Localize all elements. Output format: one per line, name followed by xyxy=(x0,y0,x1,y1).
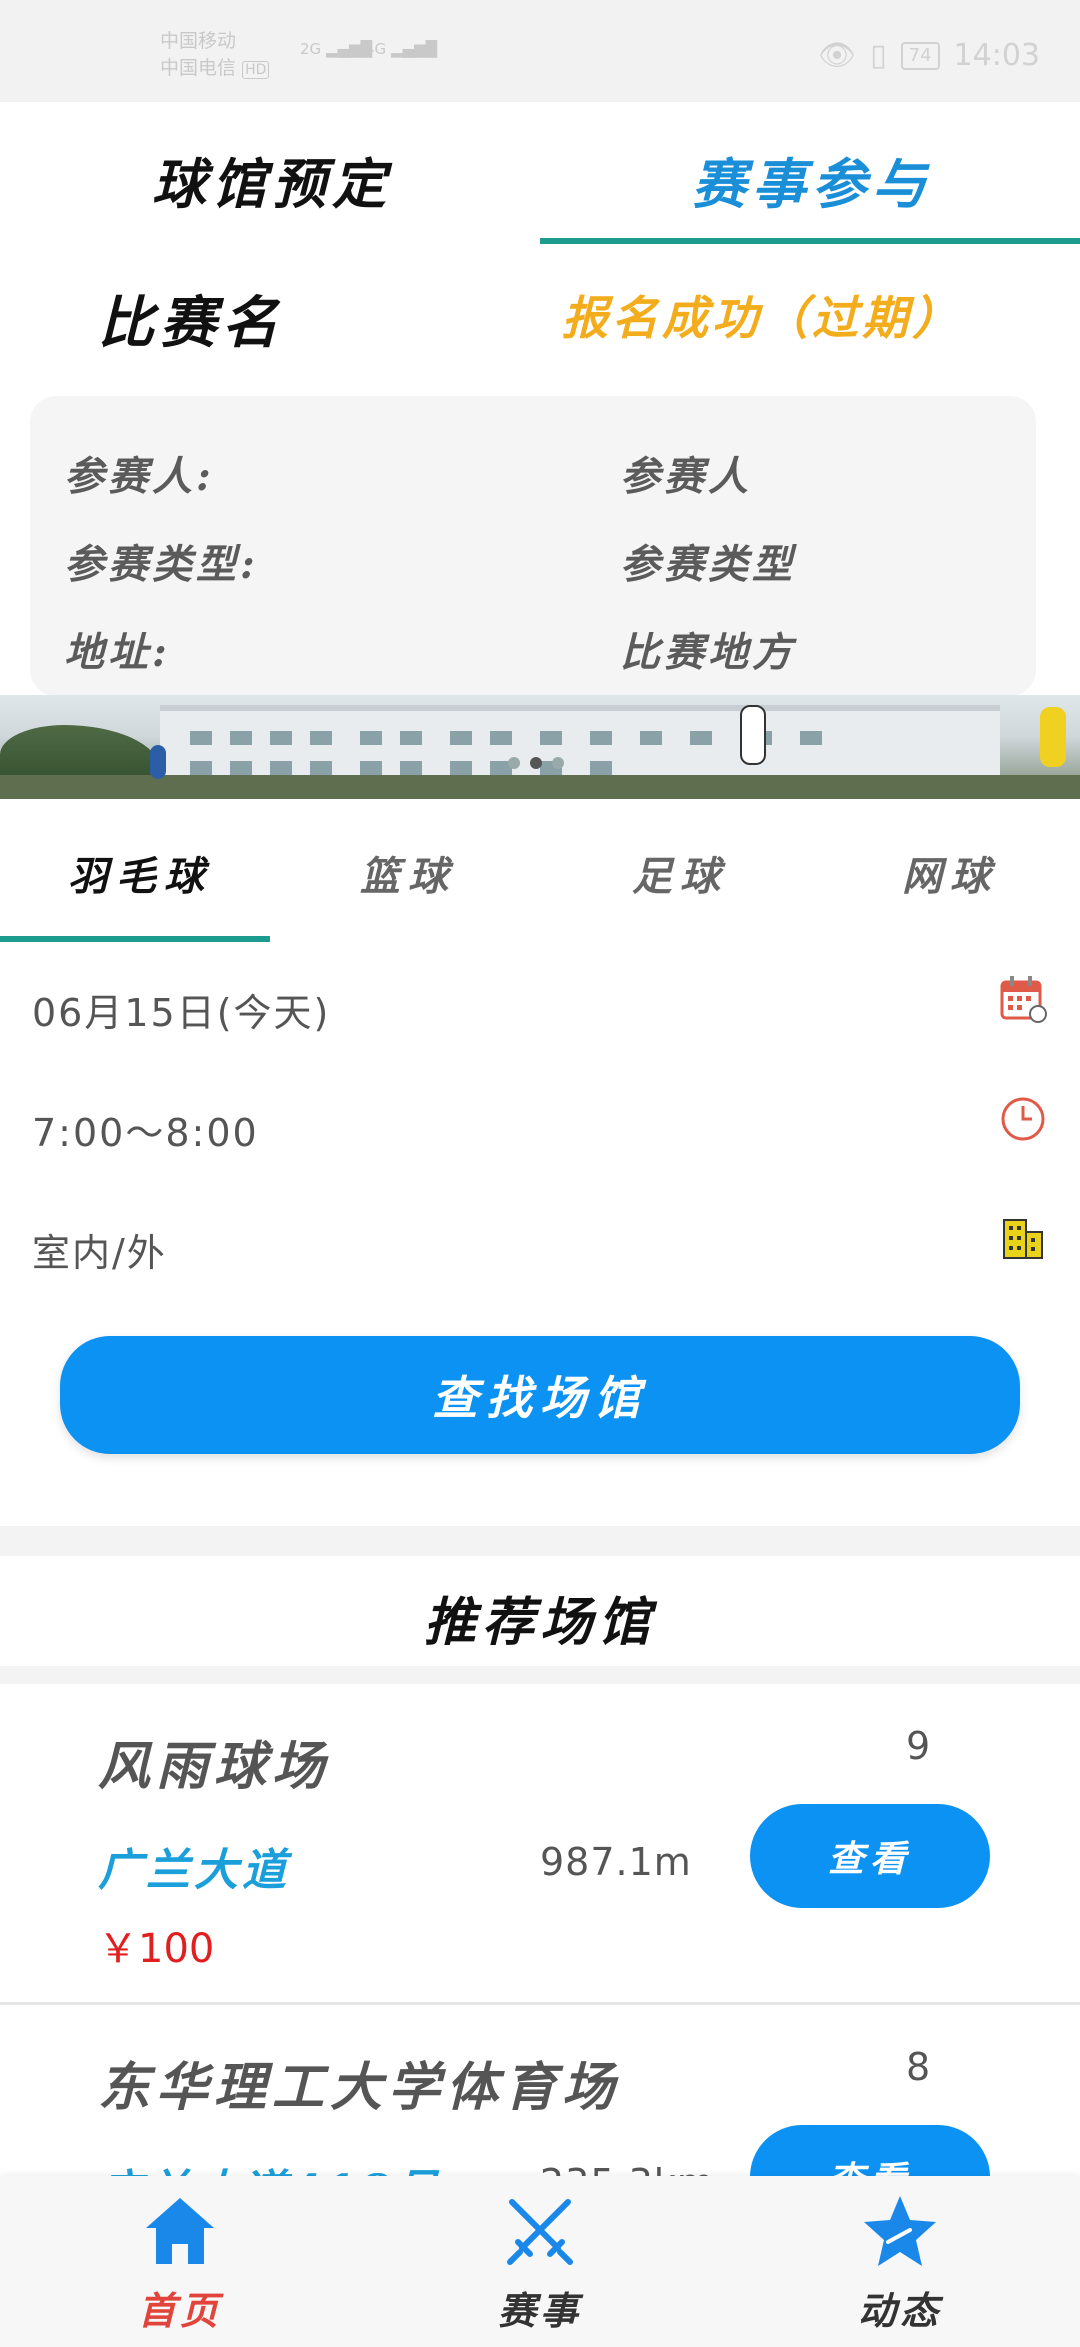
top-tab-bar: 球馆预定 赛事参与 xyxy=(0,102,1080,244)
vibrate-icon: ▯ xyxy=(870,38,887,73)
recommend-header: 推荐场馆 xyxy=(0,1556,1080,1666)
date-picker-row[interactable]: 06月15日(今天) xyxy=(0,944,1080,1064)
tab-tennis[interactable]: 网球 xyxy=(902,844,998,902)
banner-person xyxy=(1040,707,1066,767)
address-value: 比赛地方 xyxy=(620,629,796,676)
active-tab-indicator xyxy=(540,238,1080,244)
nav-feed-label: 动态 xyxy=(857,2288,942,2333)
tab-event-participation[interactable]: 赛事参与 xyxy=(692,140,932,219)
type-value: 参赛类型 xyxy=(620,541,796,588)
section-spacer xyxy=(0,1666,1080,1684)
tab-football[interactable]: 足球 xyxy=(632,844,728,902)
clock-icon xyxy=(1001,1097,1045,1141)
venue-price: ￥100 xyxy=(98,1926,215,1972)
carrier-2: 中国电信 xyxy=(160,57,237,79)
venue-address: 广兰大道 xyxy=(98,1845,290,1896)
sport-tab-indicator xyxy=(0,936,270,942)
date-value: 06月15日(今天) xyxy=(32,991,331,1035)
eye-icon: 👁 xyxy=(818,38,857,73)
venue-distance: 235.3km xyxy=(540,2161,715,2176)
venue-card[interactable]: 风雨球场 9 广兰大道 987.1m 查看 ￥100 xyxy=(0,1684,1080,2002)
nav-events-label: 赛事 xyxy=(497,2288,582,2333)
venue-card[interactable]: 东华理工大学体育场 8 广兰大道418号 235.3km 查看 xyxy=(0,2005,1080,2176)
clock-time: 14:03 xyxy=(953,38,1040,73)
carousel-dots xyxy=(508,757,564,769)
tab-venue-booking[interactable]: 球馆预定 xyxy=(152,140,392,219)
venue-distance: 987.1m xyxy=(540,1840,692,1884)
banner-person xyxy=(150,745,166,779)
time-value: 7:00～8:00 xyxy=(32,1111,259,1155)
sport-tab-bar: 羽毛球 篮球 足球 网球 xyxy=(0,800,1080,944)
tab-basketball[interactable]: 篮球 xyxy=(360,844,456,902)
crossed-swords-icon xyxy=(507,2199,573,2265)
carrier-1: 中国移动 xyxy=(160,30,237,52)
venue-count: 8 xyxy=(906,2045,931,2089)
recommend-title: 推荐场馆 xyxy=(423,1592,656,1653)
match-status: 报名成功（过期） xyxy=(562,291,962,345)
banner-person xyxy=(740,705,766,765)
match-info-card: 参赛人: 参赛人 参赛类型: 参赛类型 地址: 比赛地方 xyxy=(30,396,1036,696)
nav-home[interactable]: 首页 xyxy=(80,2192,280,2335)
nav-events[interactable]: 赛事 xyxy=(440,2192,640,2335)
venue-count: 9 xyxy=(906,1724,931,1768)
carousel-dot[interactable] xyxy=(530,757,542,769)
building-icon xyxy=(1003,1219,1043,1259)
net-indicator-1: 2G ▂▄▆█ xyxy=(300,40,373,58)
banner-ground xyxy=(0,775,1080,799)
view-venue-button[interactable]: 查看 xyxy=(750,2125,990,2176)
star-icon xyxy=(864,2196,936,2266)
type-label: 参赛类型: xyxy=(64,541,259,588)
banner-carousel[interactable] xyxy=(0,695,1080,799)
venue-name: 东华理工大学体育场 xyxy=(98,2057,621,2118)
view-venue-button[interactable]: 查看 xyxy=(750,1804,990,1908)
hd-badge: HD xyxy=(242,61,270,79)
status-bar: 中国移动 中国电信 HD 2G ▂▄▆█ 4G ▂▄▆█ 👁 ▯ 74 14:0… xyxy=(0,0,1080,102)
status-right: 👁 ▯ 74 14:03 xyxy=(818,38,1040,73)
nav-feed[interactable]: 动态 xyxy=(800,2192,1000,2335)
calendar-icon xyxy=(1000,976,1047,1023)
carrier-info: 中国移动 中国电信 HD xyxy=(160,28,270,84)
match-title: 比赛名 xyxy=(98,290,284,356)
bottom-navigation: 首页 赛事 动态 xyxy=(0,2176,1080,2347)
carousel-dot[interactable] xyxy=(508,757,520,769)
participant-value: 参赛人 xyxy=(620,453,752,500)
nav-home-label: 首页 xyxy=(137,2288,222,2333)
search-venue-button[interactable]: 查找场馆 xyxy=(60,1336,1020,1454)
venue-name: 风雨球场 xyxy=(98,1736,331,1797)
section-spacer xyxy=(0,1526,1080,1556)
home-icon xyxy=(146,2198,214,2264)
address-label: 地址: xyxy=(64,629,171,676)
net-indicator-2: 4G ▂▄▆█ xyxy=(365,40,438,58)
location-type-value: 室内/外 xyxy=(32,1231,167,1275)
battery-icon: 74 xyxy=(900,41,940,70)
carousel-dot[interactable] xyxy=(552,757,564,769)
indoor-outdoor-row[interactable]: 室内/外 xyxy=(0,1184,1080,1304)
participant-label: 参赛人: xyxy=(64,453,215,500)
tab-badminton[interactable]: 羽毛球 xyxy=(68,844,212,902)
time-picker-row[interactable]: 7:00～8:00 xyxy=(0,1064,1080,1184)
venue-address: 广兰大道418号 xyxy=(98,2155,442,2176)
